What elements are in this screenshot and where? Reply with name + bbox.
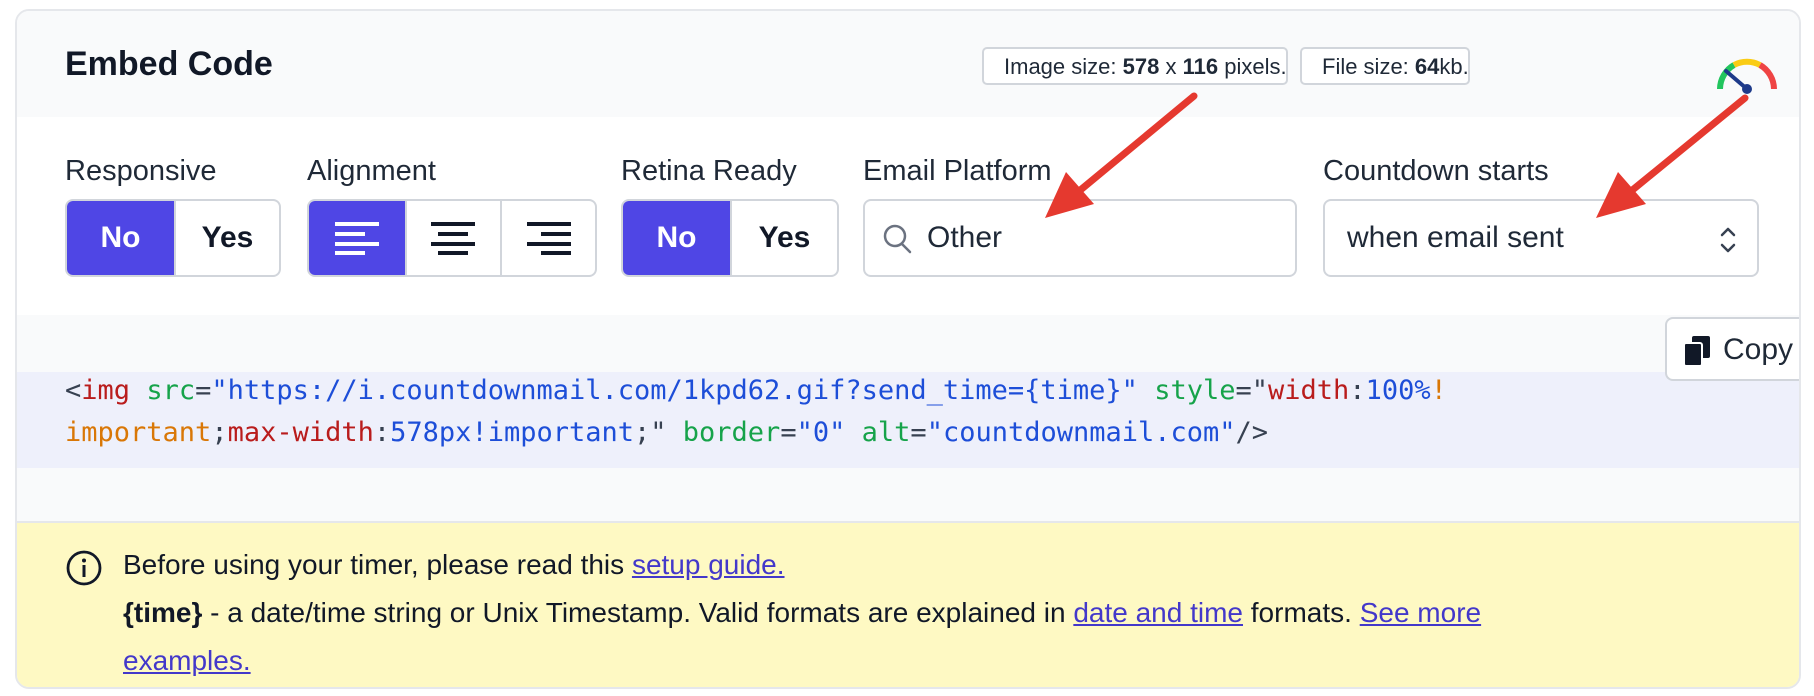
responsive-label: Responsive xyxy=(65,155,217,187)
select-chevrons-icon xyxy=(1720,227,1736,253)
email-platform-select[interactable]: Other xyxy=(863,199,1297,277)
embed-options: Responsive No Yes Alignment Retina Ready… xyxy=(17,117,1799,317)
align-center-option[interactable] xyxy=(404,201,501,275)
examples-link[interactable]: examples. xyxy=(123,645,251,676)
date-time-link[interactable]: date and time xyxy=(1073,597,1243,628)
retina-no-option[interactable]: No xyxy=(623,201,730,275)
speed-gauge-icon xyxy=(1717,58,1777,94)
info-banner: Before using your timer, please read thi… xyxy=(17,521,1799,687)
time-token: {time} xyxy=(123,597,203,628)
align-left-option[interactable] xyxy=(309,201,405,275)
align-left-icon xyxy=(334,222,379,255)
email-platform-label: Email Platform xyxy=(863,155,1052,187)
see-more-link[interactable]: See more xyxy=(1360,597,1481,628)
image-size-badge: Image size: 578 x 116 pixels. xyxy=(982,47,1288,85)
copy-label: Copy xyxy=(1723,333,1794,366)
countdown-starts-value: when email sent xyxy=(1347,221,1564,254)
page-title: Embed Code xyxy=(65,45,273,83)
retina-yes-option[interactable]: Yes xyxy=(729,201,837,275)
retina-label: Retina Ready xyxy=(621,155,797,187)
code-line-2: important;max-width:578px!important;" bo… xyxy=(65,417,1269,448)
align-right-icon xyxy=(526,222,571,255)
info-circle-icon xyxy=(66,550,102,586)
info-line-3: examples. xyxy=(123,645,251,677)
countdown-starts-select[interactable]: when email sent xyxy=(1323,199,1759,277)
countdown-starts-label: Countdown starts xyxy=(1323,155,1549,187)
card-header: Embed Code Image size: 578 x 116 pixels.… xyxy=(17,11,1799,119)
responsive-yes-option[interactable]: Yes xyxy=(173,201,279,275)
copy-icon xyxy=(1683,336,1710,367)
retina-toggle: No Yes xyxy=(621,199,839,277)
email-platform-value: Other xyxy=(927,221,1003,254)
file-size-badge: File size: 64kb. xyxy=(1300,47,1470,85)
responsive-no-option[interactable]: No xyxy=(67,201,174,275)
copy-button[interactable]: Copy xyxy=(1665,317,1799,381)
embed-code-block[interactable]: <img src="https://i.countdownmail.com/1k… xyxy=(17,315,1799,521)
embed-code-card: Embed Code Image size: 578 x 116 pixels.… xyxy=(15,9,1801,689)
search-icon xyxy=(883,224,912,254)
code-line-1: <img src="https://i.countdownmail.com/1k… xyxy=(65,375,1447,406)
setup-guide-link[interactable]: setup guide. xyxy=(632,549,785,580)
align-center-icon xyxy=(431,222,476,255)
info-line-2: {time} - a date/time string or Unix Time… xyxy=(123,597,1482,628)
align-right-option[interactable] xyxy=(500,201,595,275)
responsive-toggle: No Yes xyxy=(65,199,281,277)
alignment-toggle xyxy=(307,199,597,277)
info-line-1: Before using your timer, please read thi… xyxy=(123,549,785,580)
alignment-label: Alignment xyxy=(307,155,436,187)
